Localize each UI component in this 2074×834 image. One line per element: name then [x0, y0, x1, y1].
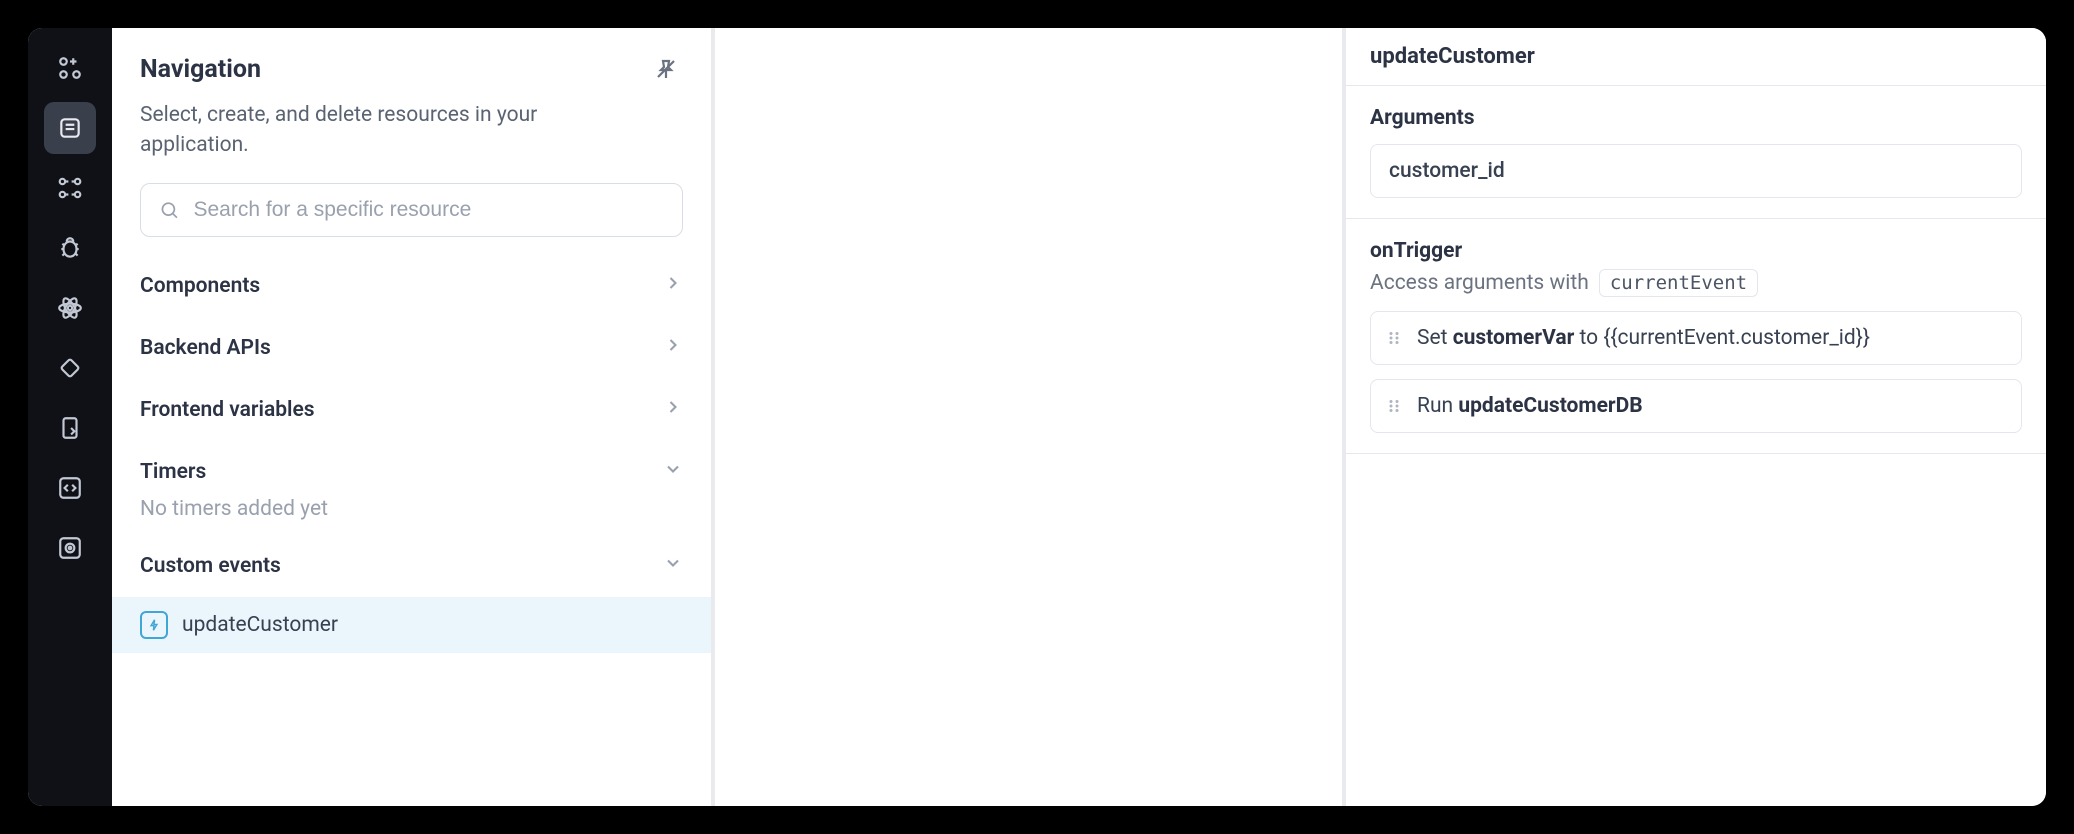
section-label: Components [140, 274, 260, 298]
props-title: updateCustomer [1346, 28, 2046, 86]
search-field[interactable] [140, 183, 683, 237]
navigation-panel: Navigation Select, create, and delete re… [112, 28, 715, 806]
panel-description: Select, create, and delete resources in … [140, 100, 620, 161]
chevron-right-icon [663, 397, 683, 423]
custom-event-label: updateCustomer [182, 613, 338, 637]
rail-device-icon[interactable] [44, 402, 96, 454]
chevron-right-icon [663, 335, 683, 361]
argument-row[interactable]: customer_id [1370, 144, 2022, 198]
argument-name: customer_id [1389, 159, 1505, 183]
pin-icon [654, 57, 678, 81]
trigger-hint-text: Access arguments with [1370, 271, 1589, 295]
trigger-section: onTrigger Access arguments with currentE… [1346, 219, 2046, 454]
drag-handle-icon[interactable] [1385, 329, 1403, 347]
lightning-icon [140, 611, 168, 639]
drag-handle-icon[interactable] [1385, 397, 1403, 415]
section-frontend-variables[interactable]: Frontend variables [112, 379, 711, 441]
chevron-right-icon [663, 273, 683, 299]
section-custom-events[interactable]: Custom events [112, 535, 711, 597]
action-set-variable[interactable]: Set customerVar to {{currentEvent.custom… [1370, 311, 2022, 365]
rail-add-node-icon[interactable] [44, 42, 96, 94]
rail-atom-icon[interactable] [44, 282, 96, 334]
search-icon [159, 199, 180, 221]
rail-preview-icon[interactable] [44, 522, 96, 574]
trigger-heading: onTrigger [1370, 239, 2022, 263]
pin-button[interactable] [649, 52, 683, 86]
action-text: Set customerVar to {{currentEvent.custom… [1417, 326, 1870, 350]
section-label: Backend APIs [140, 336, 271, 360]
section-timers[interactable]: Timers [112, 441, 711, 503]
timers-empty-text: No timers added yet [112, 497, 711, 535]
search-input[interactable] [194, 198, 665, 222]
chevron-down-icon [663, 553, 683, 579]
action-run-query[interactable]: Run updateCustomerDB [1370, 379, 2022, 433]
section-label: Custom events [140, 554, 281, 578]
section-components[interactable]: Components [112, 255, 711, 317]
rail-branches-icon[interactable] [44, 162, 96, 214]
rail-navigation-icon[interactable] [44, 102, 96, 154]
rail-bug-icon[interactable] [44, 222, 96, 274]
section-label: Frontend variables [140, 398, 315, 422]
chevron-down-icon [663, 459, 683, 485]
custom-event-item[interactable]: updateCustomer [112, 597, 711, 653]
canvas-area[interactable] [715, 28, 1346, 806]
trigger-hint-code: currentEvent [1599, 269, 1758, 297]
properties-panel: updateCustomer Arguments customer_id onT… [1346, 28, 2046, 806]
icon-rail [28, 28, 112, 806]
arguments-section: Arguments customer_id [1346, 86, 2046, 219]
section-label: Timers [140, 460, 206, 484]
arguments-heading: Arguments [1370, 106, 2022, 130]
trigger-hint: Access arguments with currentEvent [1370, 269, 2022, 297]
section-backend-apis[interactable]: Backend APIs [112, 317, 711, 379]
panel-title: Navigation [140, 55, 261, 84]
action-text: Run updateCustomerDB [1417, 394, 1643, 418]
rail-diamond-icon[interactable] [44, 342, 96, 394]
app-window: Navigation Select, create, and delete re… [28, 28, 2046, 806]
rail-code-icon[interactable] [44, 462, 96, 514]
